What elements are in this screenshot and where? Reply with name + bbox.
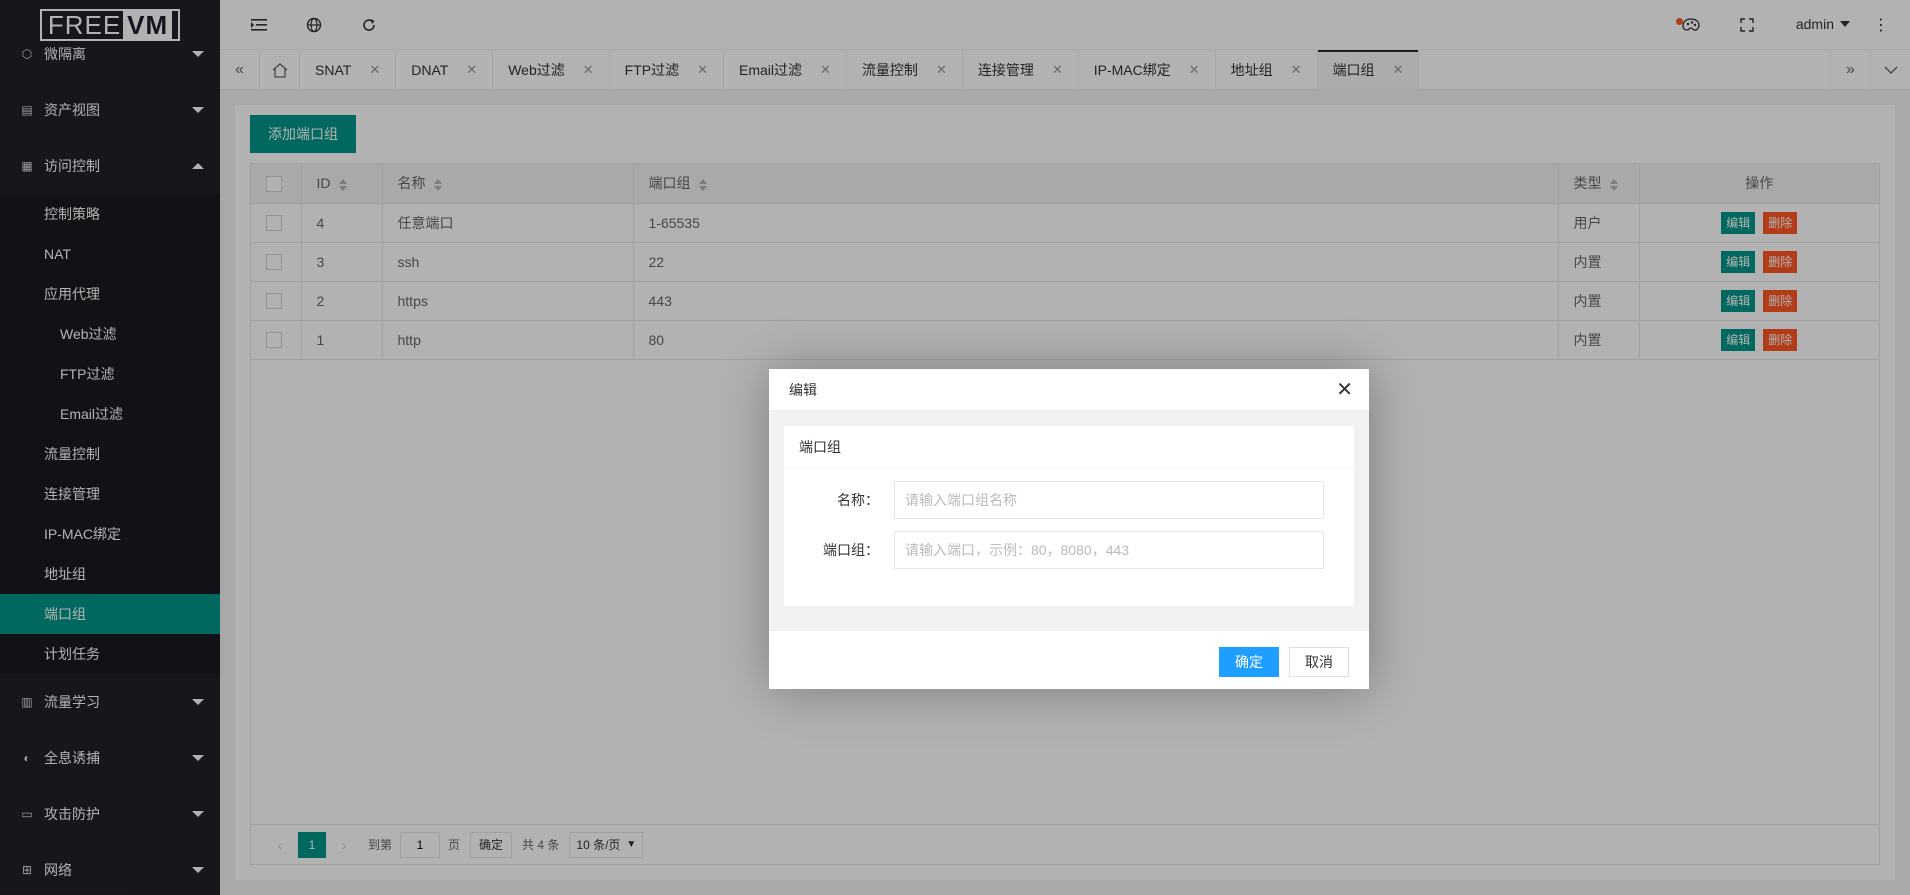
name-label: 名称：: [837, 492, 879, 508]
name-input[interactable]: [894, 481, 1324, 519]
ports-label: 端口组：: [823, 542, 879, 558]
ports-row: 端口组：: [784, 523, 1354, 577]
confirm-button[interactable]: 确定: [1219, 647, 1279, 677]
form-card: 端口组 名称： 端口组：: [784, 426, 1354, 606]
edit-modal: 编辑 ✕ 端口组 名称： 端口组： 确定 取消: [769, 369, 1369, 689]
name-row: 名称：: [784, 469, 1354, 523]
close-icon[interactable]: ✕: [1336, 380, 1353, 400]
form-section-title: 端口组: [784, 426, 1354, 469]
ports-input[interactable]: [894, 531, 1324, 569]
modal-title: 编辑: [769, 369, 1369, 411]
cancel-button[interactable]: 取消: [1289, 647, 1349, 677]
